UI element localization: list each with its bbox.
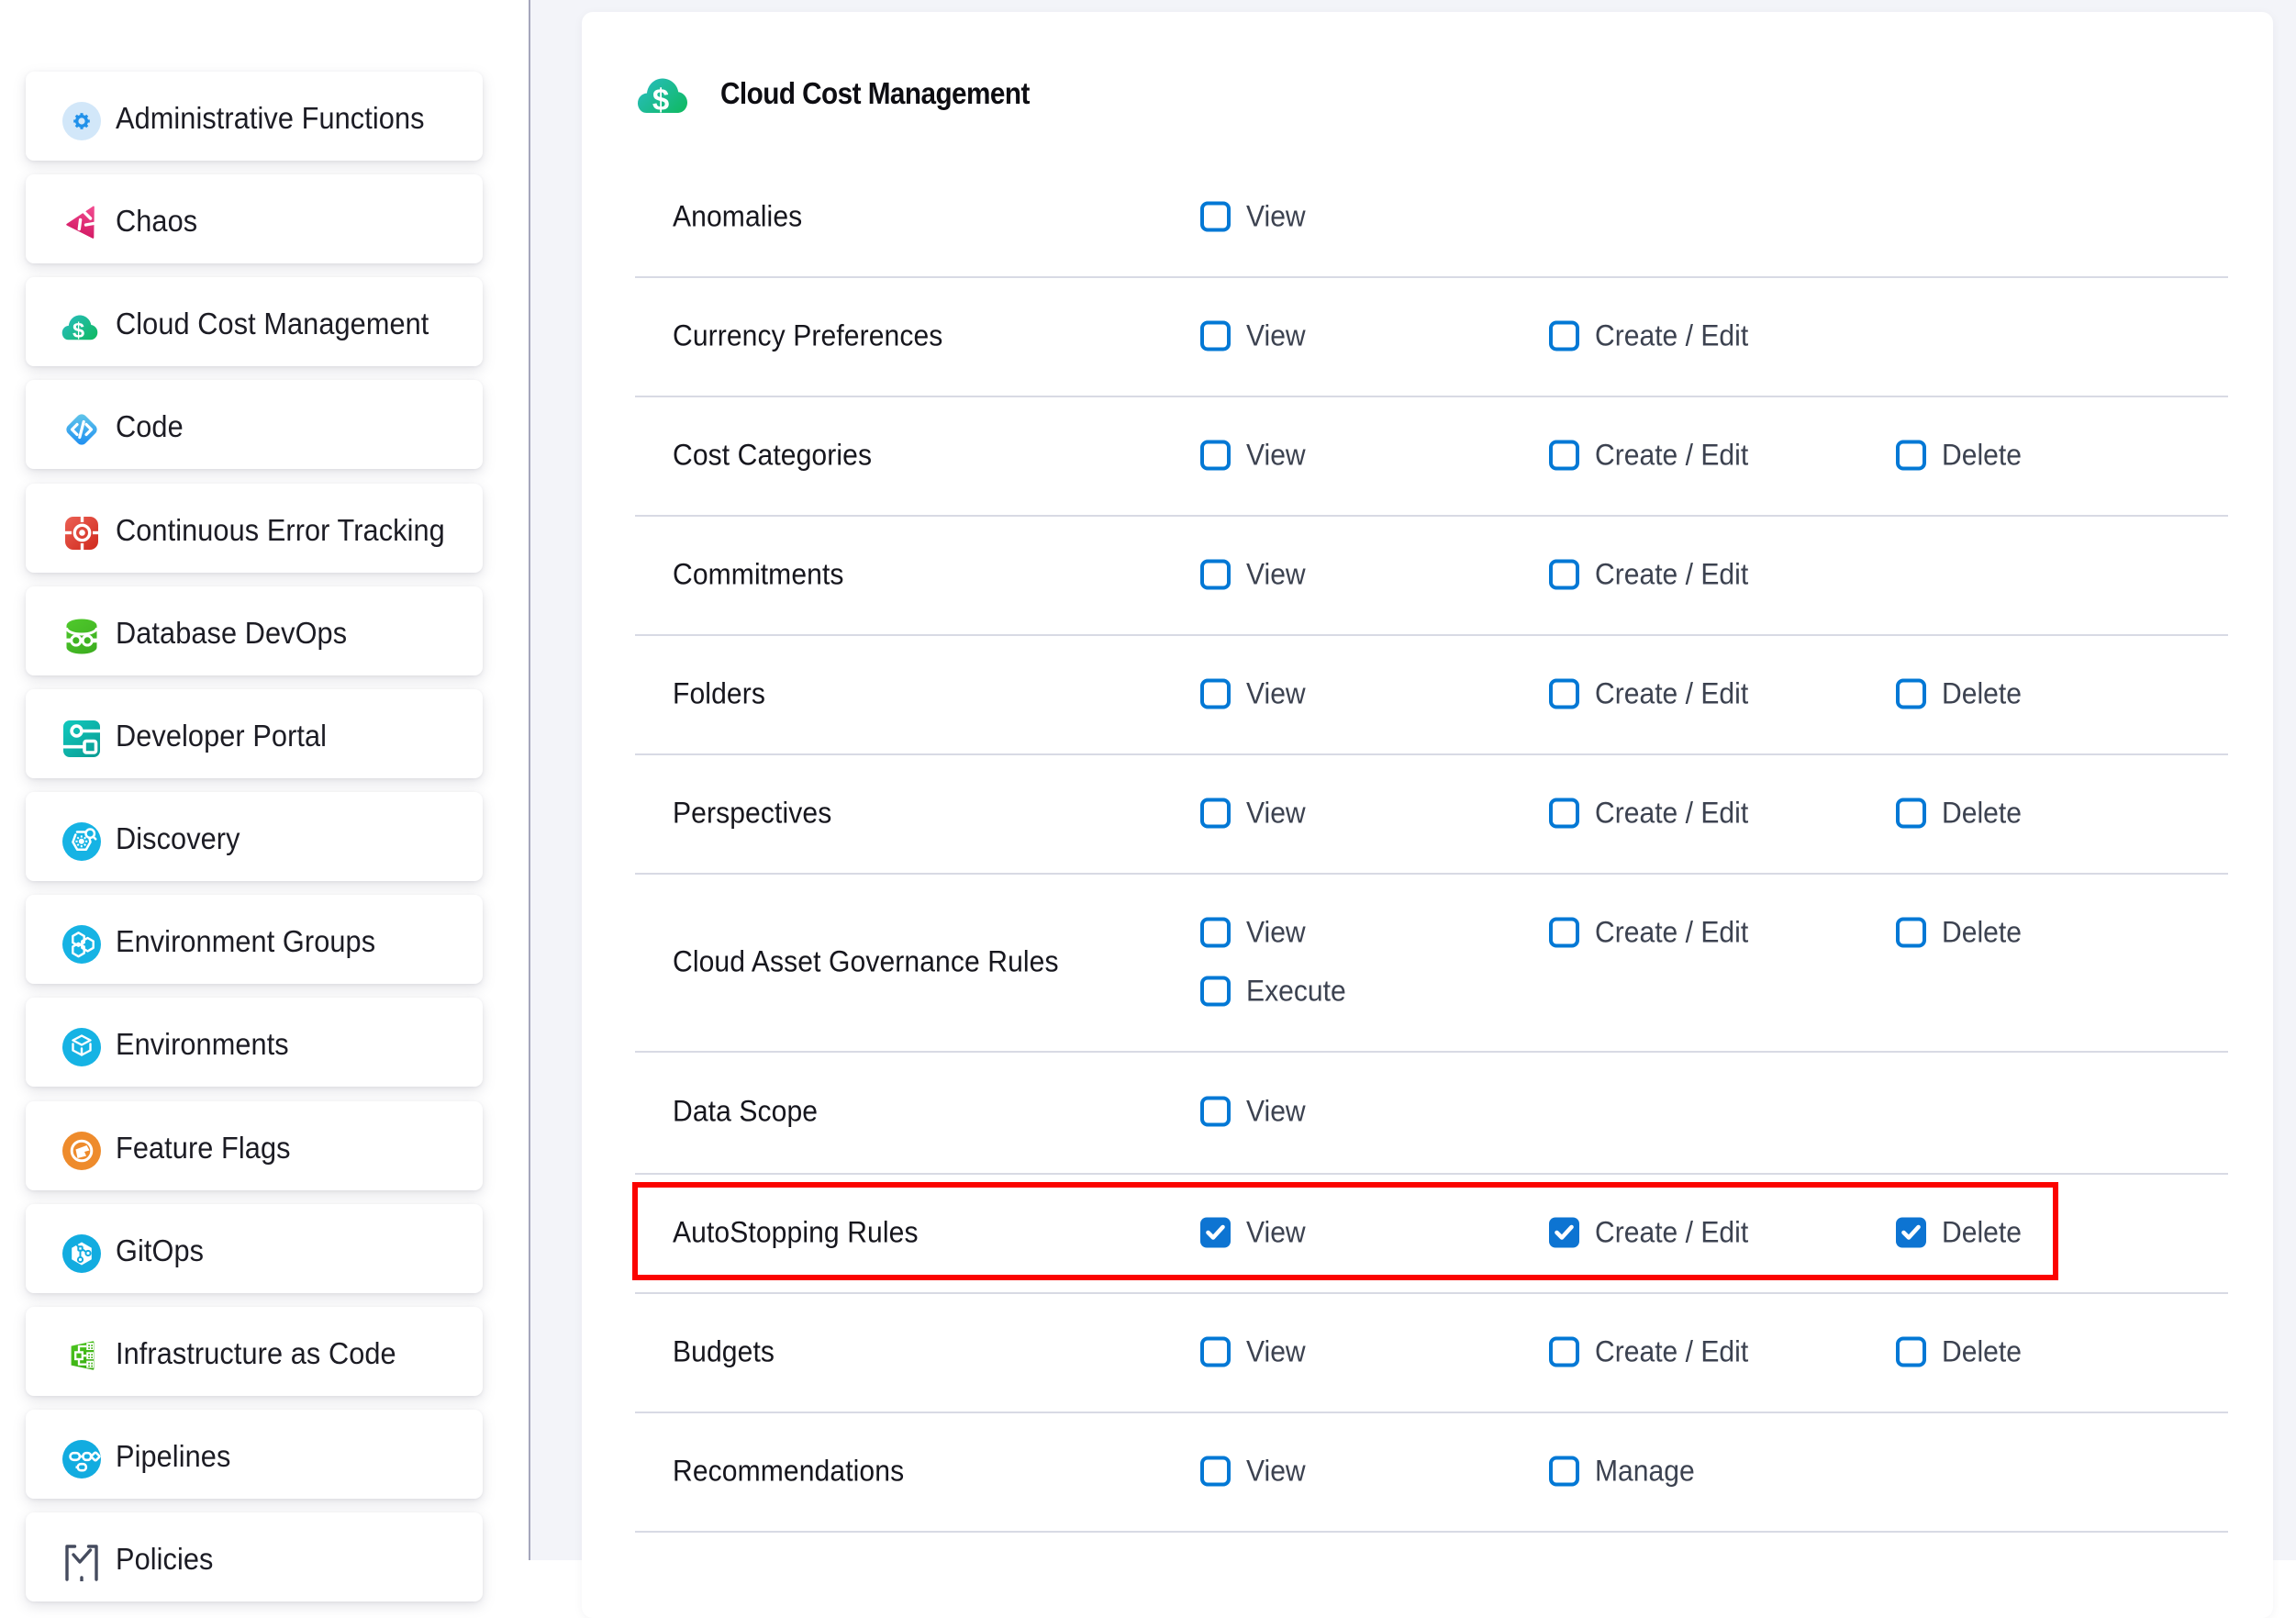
svg-text:$: $ [652,83,669,114]
svg-text:$: $ [72,318,84,340]
